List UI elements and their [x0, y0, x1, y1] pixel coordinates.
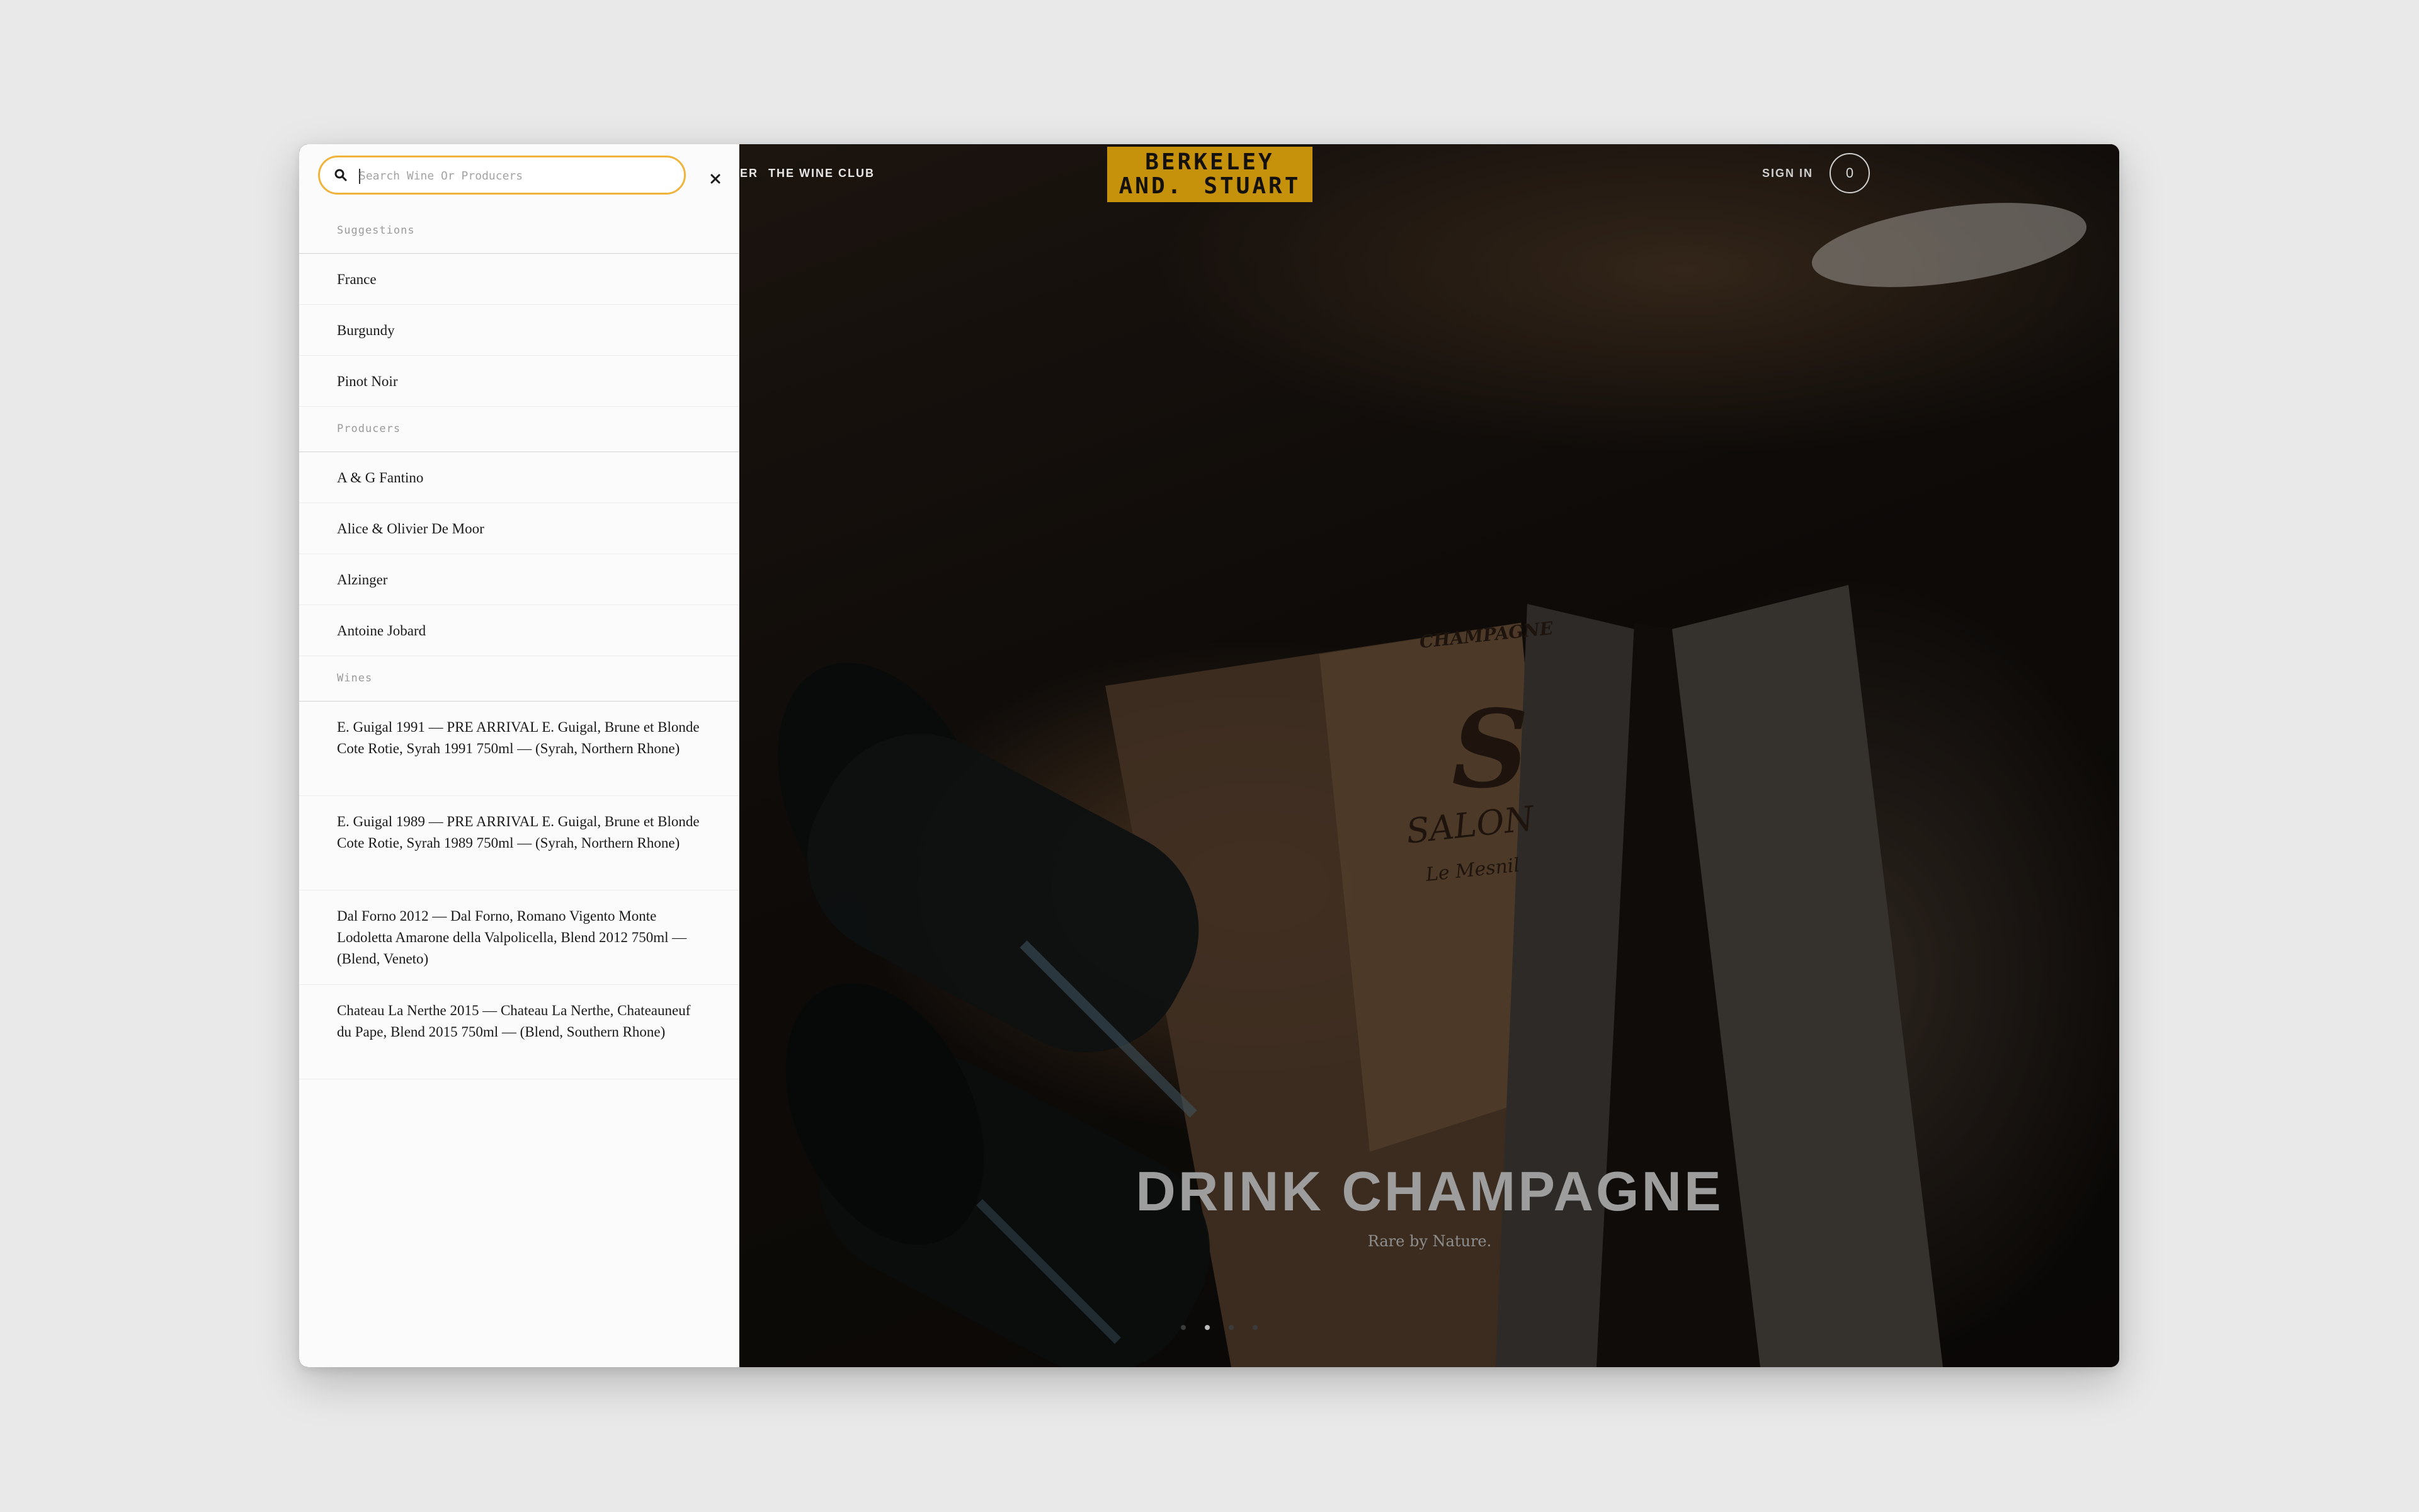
search-panel: Suggestions France Burgundy Pinot Noir P… [299, 144, 739, 1367]
search-icon [334, 169, 347, 181]
section-heading-suggestions: Suggestions [337, 224, 415, 237]
suggestion-item[interactable]: France [299, 254, 739, 305]
slider-dot-active[interactable] [1205, 1325, 1210, 1330]
slider-dots [1181, 1325, 1258, 1330]
section-heading-wines: Wines [337, 672, 373, 685]
brand-logo[interactable]: BERKELEY AND. STUART [1107, 147, 1312, 202]
logo-line-2: AND. STUART [1119, 175, 1301, 198]
producer-item[interactable]: Antoine Jobard [299, 605, 739, 656]
producer-item[interactable]: A & G Fantino [299, 452, 739, 503]
logo-line-2-left: AND. [1118, 173, 1184, 199]
wine-item[interactable]: Chateau La Nerthe 2015 — Chateau La Nert… [299, 985, 739, 1079]
cart-button[interactable]: 0 [1830, 153, 1870, 193]
close-icon [710, 174, 720, 184]
suggestion-item[interactable]: Burgundy [299, 305, 739, 356]
close-search-button[interactable] [706, 169, 725, 188]
logo-line-1: BERKELEY [1145, 149, 1275, 175]
nav-link-wine-club[interactable]: THE WINE CLUB [768, 167, 875, 180]
slider-dot[interactable] [1181, 1325, 1186, 1330]
producer-item[interactable]: Alice & Olivier De Moor [299, 503, 739, 554]
search-input[interactable] [358, 164, 675, 188]
wine-item[interactable]: E. Guigal 1989 — PRE ARRIVAL E. Guigal, … [299, 796, 739, 890]
sign-in-link[interactable]: SIGN IN [1762, 167, 1813, 180]
search-box[interactable] [318, 156, 686, 195]
slider-dot[interactable] [1253, 1325, 1258, 1330]
section-heading-producers: Producers [337, 423, 401, 435]
logo-line-2-right: STUART [1204, 173, 1301, 199]
wine-item[interactable]: E. Guigal 1991 — PRE ARRIVAL E. Guigal, … [299, 702, 739, 796]
wine-item[interactable]: Dal Forno 2012 — Dal Forno, Romano Vigen… [299, 890, 739, 985]
browser-window: CHAMPAGNE S SALON Le Mesnil ER THE WINE … [299, 144, 2119, 1367]
slider-dot[interactable] [1229, 1325, 1234, 1330]
producer-item[interactable]: Alzinger [299, 554, 739, 605]
cart-count: 0 [1845, 165, 1854, 181]
nav-link-partial[interactable]: ER [740, 167, 758, 180]
suggestion-item[interactable]: Pinot Noir [299, 356, 739, 407]
